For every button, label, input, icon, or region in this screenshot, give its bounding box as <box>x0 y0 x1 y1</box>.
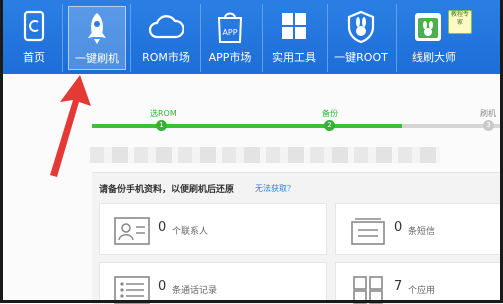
window-frame <box>0 0 503 303</box>
